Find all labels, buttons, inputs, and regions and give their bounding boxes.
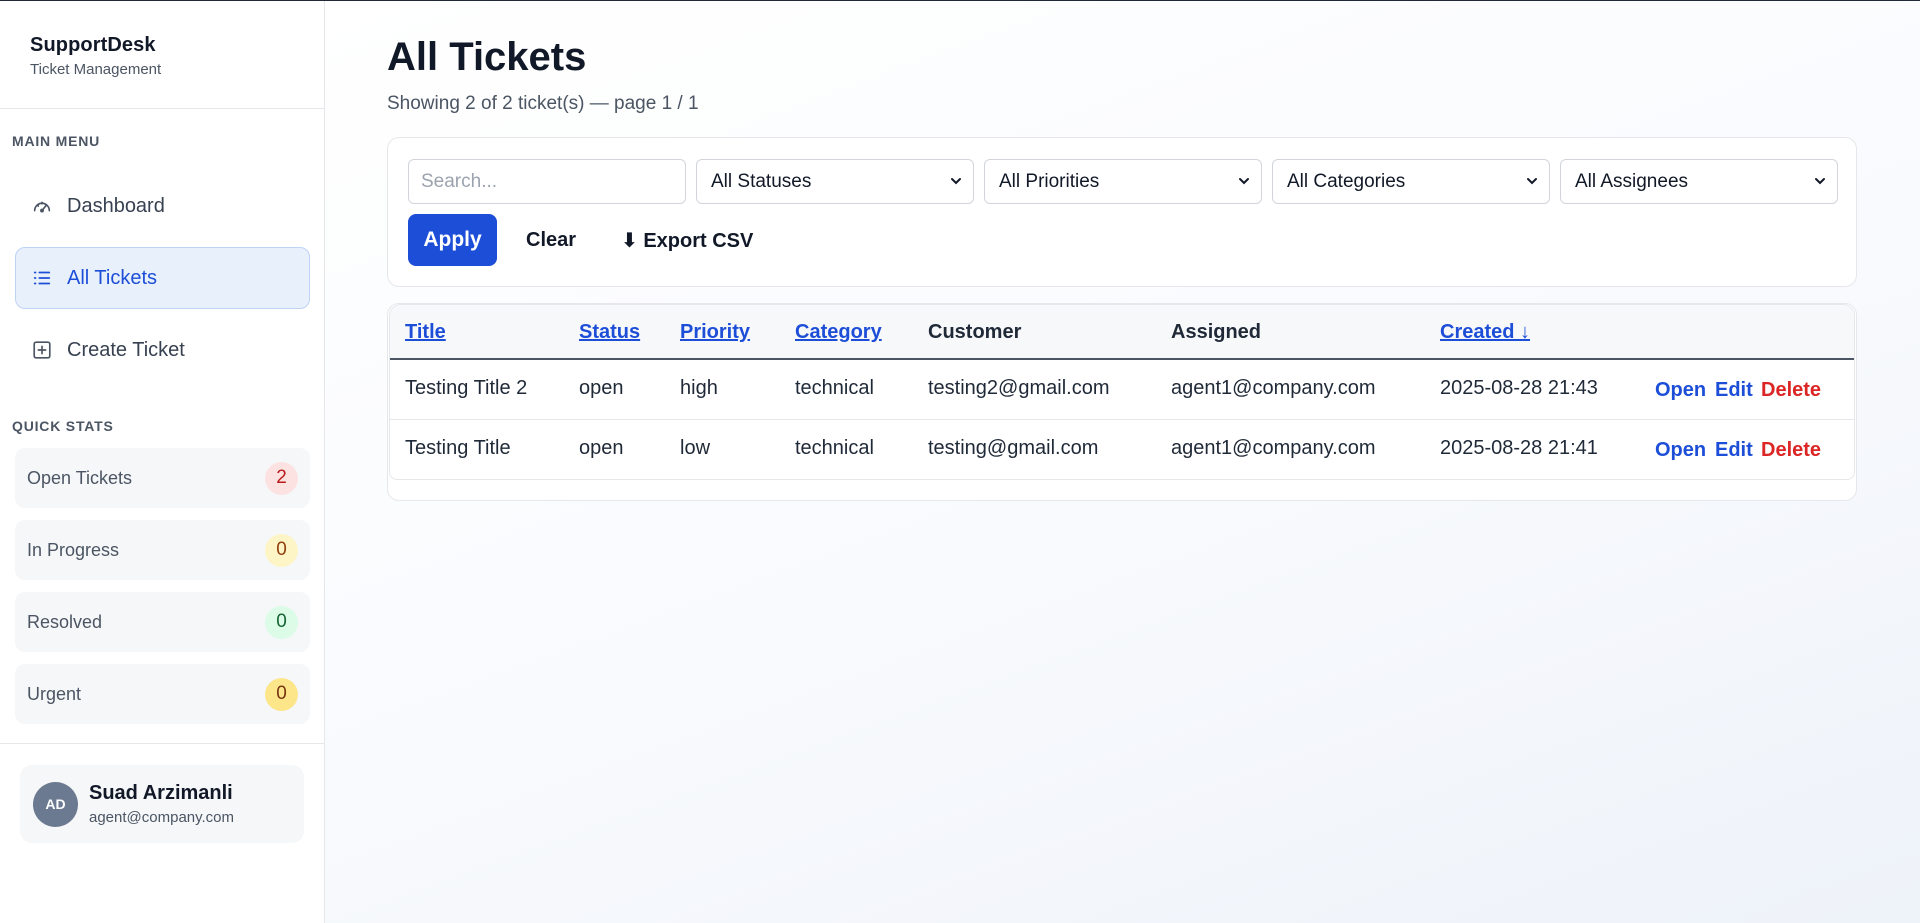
chevron-down-icon	[1239, 178, 1249, 185]
brand: SupportDesk Ticket Management	[0, 1, 324, 109]
category-select-value: All Categories	[1287, 170, 1406, 192]
column-header-created[interactable]: Created ↓	[1440, 321, 1530, 344]
stat-open-tickets: Open Tickets 2	[15, 448, 310, 508]
results-summary: Showing 2 of 2 ticket(s) — page 1 / 1	[387, 93, 699, 114]
sidebar-item-label: Dashboard	[67, 194, 165, 217]
delete-ticket-link[interactable]: Delete	[1761, 379, 1821, 402]
export-csv-button[interactable]: ⬇ Export CSV	[621, 228, 753, 253]
cell-category: technical	[795, 437, 874, 459]
cell-created: 2025-08-28 21:41	[1440, 437, 1598, 459]
quick-stats: Open Tickets 2 In Progress 0 Resolved 0 …	[15, 448, 310, 736]
main-menu-label: MAIN MENU	[12, 133, 101, 149]
edit-ticket-link[interactable]: Edit	[1715, 439, 1753, 462]
filter-row: Search... All Statuses All Priorities Al…	[408, 159, 1838, 204]
brand-subtitle: Ticket Management	[30, 61, 162, 78]
cell-status: open	[579, 437, 624, 459]
assignee-select-value: All Assignees	[1575, 170, 1689, 192]
stat-urgent: Urgent 0	[15, 664, 310, 724]
edit-ticket-link[interactable]: Edit	[1715, 379, 1753, 402]
status-select[interactable]: All Statuses	[696, 159, 974, 204]
sidebar-item-all-tickets[interactable]: All Tickets	[15, 247, 310, 309]
stat-in-progress: In Progress 0	[15, 520, 310, 580]
chevron-down-icon	[1815, 178, 1825, 185]
cell-customer: testing2@gmail.com	[928, 377, 1110, 399]
table-row: Testing Title 2 open high technical test…	[390, 360, 1854, 420]
column-header-title[interactable]: Title	[405, 321, 446, 344]
stat-label: Open Tickets	[27, 467, 133, 488]
category-select[interactable]: All Categories	[1272, 159, 1550, 204]
column-header-priority[interactable]: Priority	[680, 321, 750, 344]
cell-created: 2025-08-28 21:43	[1440, 377, 1598, 399]
app: SupportDesk Ticket Management MAIN MENU …	[0, 1, 1920, 923]
sidebar-item-label: Create Ticket	[67, 338, 185, 361]
avatar: AD	[33, 781, 78, 827]
priority-select-value: All Priorities	[999, 170, 1100, 192]
filter-panel: Search... All Statuses All Priorities Al…	[387, 137, 1857, 287]
column-header-assigned: Assigned	[1171, 321, 1262, 343]
delete-ticket-link[interactable]: Delete	[1761, 439, 1821, 462]
cell-status: open	[579, 377, 624, 399]
cell-title: Testing Title 2	[405, 377, 528, 399]
count-badge: 2	[265, 461, 298, 495]
user-info: Suad Arzimanli agent@company.com	[89, 782, 234, 826]
tickets-table-card: Title Status Priority Category Customer …	[387, 303, 1857, 501]
chevron-down-icon	[951, 178, 961, 185]
column-header-category[interactable]: Category	[795, 321, 882, 344]
user-name: Suad Arzimanli	[89, 782, 233, 804]
status-select-value: All Statuses	[711, 170, 812, 192]
plus-square-icon	[31, 339, 53, 361]
sidebar-item-create-ticket[interactable]: Create Ticket	[15, 319, 310, 381]
chevron-down-icon	[1527, 178, 1537, 185]
column-header-status[interactable]: Status	[579, 321, 640, 344]
sidebar: SupportDesk Ticket Management MAIN MENU …	[0, 1, 325, 923]
user-email: agent@company.com	[89, 809, 235, 826]
cell-priority: low	[680, 437, 711, 459]
apply-button[interactable]: Apply	[408, 214, 497, 266]
divider	[0, 743, 324, 744]
brand-name: SupportDesk	[30, 34, 156, 56]
cell-customer: testing@gmail.com	[928, 437, 1099, 459]
stat-label: Resolved	[27, 611, 103, 632]
count-badge: 0	[265, 605, 298, 639]
open-ticket-link[interactable]: Open	[1655, 379, 1706, 402]
count-badge: 0	[265, 677, 298, 711]
tickets-table: Title Status Priority Category Customer …	[389, 304, 1855, 480]
search-input[interactable]: Search...	[408, 159, 686, 204]
column-header-customer: Customer	[928, 321, 1022, 343]
assignee-select[interactable]: All Assignees	[1560, 159, 1838, 204]
stat-label: Urgent	[27, 683, 82, 704]
filter-actions: Apply Clear ⬇ Export CSV	[408, 214, 753, 266]
stat-resolved: Resolved 0	[15, 592, 310, 652]
cell-title: Testing Title	[405, 437, 511, 459]
cell-assigned: agent1@company.com	[1171, 437, 1376, 459]
priority-select[interactable]: All Priorities	[984, 159, 1262, 204]
user-card[interactable]: AD Suad Arzimanli agent@company.com	[20, 765, 304, 843]
cell-priority: high	[680, 377, 718, 399]
table-header: Title Status Priority Category Customer …	[390, 305, 1854, 360]
table-row: Testing Title open low technical testing…	[390, 420, 1854, 479]
quick-stats-label: QUICK STATS	[12, 418, 114, 434]
main-content: All Tickets Showing 2 of 2 ticket(s) — p…	[325, 1, 1920, 923]
gauge-icon	[31, 195, 53, 217]
stat-label: In Progress	[27, 539, 120, 560]
sidebar-item-label: All Tickets	[67, 266, 158, 289]
cell-category: technical	[795, 377, 874, 399]
cell-assigned: agent1@company.com	[1171, 377, 1376, 399]
main-nav: Dashboard All Tickets Create Ticket	[15, 175, 310, 391]
list-icon	[31, 267, 53, 289]
open-ticket-link[interactable]: Open	[1655, 439, 1706, 462]
sidebar-item-dashboard[interactable]: Dashboard	[15, 175, 310, 237]
page-title: All Tickets	[387, 35, 587, 79]
clear-button[interactable]: Clear	[526, 229, 576, 252]
count-badge: 0	[265, 533, 298, 567]
